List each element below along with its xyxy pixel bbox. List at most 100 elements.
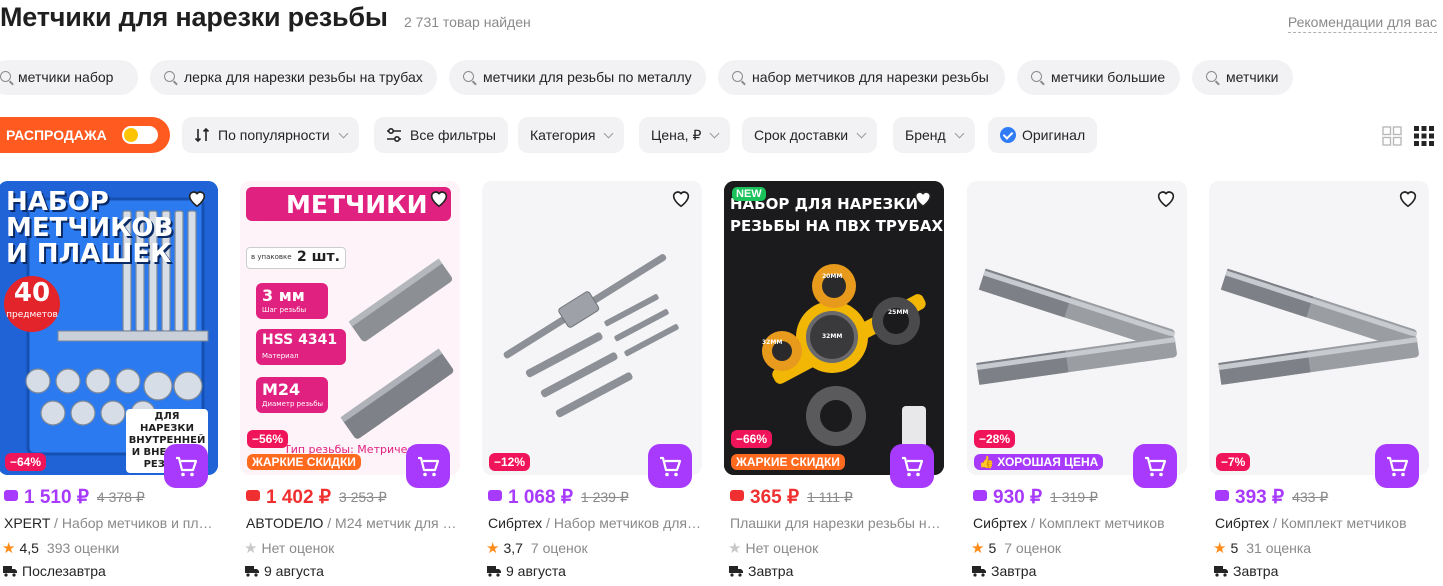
truck-icon — [972, 566, 986, 577]
cart-icon — [418, 456, 440, 477]
rating: ★ 3,7 7 оценок — [486, 540, 588, 557]
product-card[interactable]: −7% 393 ₽ 433 ₽ Сибртех / Комплект метчик… — [1209, 181, 1429, 586]
wallet-icon — [1215, 490, 1229, 501]
favorite-heart-icon[interactable] — [1155, 187, 1177, 209]
price: 365 ₽ — [750, 487, 800, 508]
product-image[interactable]: −7% — [1209, 181, 1429, 475]
price-row: 393 ₽ 433 ₽ — [1215, 486, 1328, 510]
suggestion-chip[interactable]: метчики для резьбы по металлу — [449, 60, 706, 95]
toggle-knob — [124, 128, 138, 142]
add-to-cart-button[interactable] — [890, 444, 934, 488]
discount-badge: −28% — [974, 430, 1016, 448]
star-empty-icon: ★ — [728, 540, 742, 557]
promo-badge: ЖАРКИЕ СКИДКИ — [731, 454, 845, 470]
discount-badge: −56% — [247, 430, 289, 448]
sale-toggle[interactable]: РАСПРОДАЖА — [0, 117, 170, 153]
page-title: Метчики для нарезки резьбы — [0, 2, 388, 32]
add-to-cart-button[interactable] — [1133, 444, 1177, 488]
cart-icon — [1145, 456, 1167, 477]
product-image[interactable]: НАБОР ДЛЯ НАРЕЗКИ РЕЗЬБЫ НА ПВХ ТРУБАХ 2… — [724, 181, 944, 475]
suggestion-chip[interactable]: метчики большие — [1017, 60, 1180, 95]
product-title[interactable]: Сибртех / Комплект метчиков — [1215, 515, 1429, 531]
old-price: 4 378 ₽ — [96, 489, 145, 505]
search-icon — [732, 71, 743, 82]
favorite-heart-icon[interactable] — [186, 187, 208, 209]
favorite-heart-icon[interactable] — [428, 187, 450, 209]
product-card[interactable]: −28% 👍 ХОРОШАЯ ЦЕНА 930 ₽ 1 319 ₽ Сибртех… — [967, 181, 1187, 586]
verified-icon — [1000, 127, 1016, 144]
recommendations-link[interactable]: Рекомендации для вас — [1287, 14, 1437, 33]
wallet-icon — [246, 490, 260, 501]
star-icon: ★ — [971, 540, 985, 557]
sort-icon — [194, 128, 210, 143]
all-filters-button[interactable]: Все фильтры — [374, 117, 508, 153]
rating: ★ Нет оценок — [244, 540, 335, 557]
product-card[interactable]: НАБОР ДЛЯ НАРЕЗКИ РЕЗЬБЫ НА ПВХ ТРУБАХ 2… — [724, 181, 944, 586]
price: 1 402 ₽ — [266, 487, 331, 508]
truck-icon — [3, 566, 17, 577]
suggestion-chip[interactable]: метчики набор — [0, 60, 138, 95]
tap-wrench-set-illustration — [482, 181, 702, 475]
add-to-cart-button[interactable] — [164, 444, 208, 488]
delivery-dropdown[interactable]: Срок доставки — [742, 117, 878, 153]
grid-large-icon[interactable] — [1382, 126, 1402, 146]
star-empty-icon: ★ — [244, 540, 258, 557]
product-title[interactable]: ABTODEЛO / M24 метчик для нарезки резьбы — [246, 515, 460, 531]
favorite-heart-icon[interactable] — [1397, 187, 1419, 209]
price-dropdown[interactable]: Цена, ₽ — [639, 117, 731, 153]
delivery-info: 9 августа — [244, 563, 324, 579]
price-row: 930 ₽ 1 319 ₽ — [973, 486, 1098, 510]
toggle-switch[interactable] — [122, 126, 158, 144]
old-price: 3 253 ₽ — [338, 489, 387, 505]
product-title[interactable]: XPERT / Набор метчиков и плашек — [4, 515, 218, 531]
star-icon: ★ — [2, 540, 16, 557]
new-badge: NEW — [732, 187, 766, 201]
suggestion-chip[interactable]: лерка для нарезки резьбы на трубах — [150, 60, 437, 95]
product-title[interactable]: Сибртех / Набор метчиков для нарезки рез… — [488, 515, 702, 531]
promo-badge: 👍 ХОРОШАЯ ЦЕНА — [974, 454, 1104, 470]
delivery-info: Завтра — [971, 563, 1036, 579]
rating: ★ 4,5 393 оценки — [2, 540, 120, 557]
original-filter[interactable]: Оригинал — [988, 117, 1098, 153]
discount-badge: −12% — [489, 453, 531, 471]
thumbs-up-icon: 👍 — [979, 455, 998, 469]
favorite-heart-icon[interactable] — [912, 187, 934, 209]
suggestion-chip[interactable]: набор метчиков для нарезки резьбы — [718, 60, 1005, 95]
price-row: 1 402 ₽ 3 253 ₽ — [246, 486, 387, 510]
product-card[interactable]: НАБОР МЕТЧИКОВ И ПЛАШЕК 40 предметов ДЛЯ… — [0, 181, 218, 586]
delivery-info: Послезавтра — [2, 563, 106, 579]
category-dropdown[interactable]: Категория — [518, 117, 625, 153]
grid-small-icon[interactable] — [1414, 126, 1434, 146]
price-row: 1 510 ₽ 4 378 ₽ — [4, 486, 145, 510]
product-image[interactable]: −28% 👍 ХОРОШАЯ ЦЕНА — [967, 181, 1187, 475]
price-row: 1 068 ₽ 1 239 ₽ — [488, 486, 629, 510]
delivery-info: Завтра — [1213, 563, 1278, 579]
filter-bar: РАСПРОДАЖА По популярности Все фильтры К… — [0, 117, 1443, 153]
spec-diameter: M24 Диаметр резьбы — [256, 377, 328, 413]
wallet-icon — [488, 490, 502, 501]
chevron-down-icon — [338, 128, 349, 139]
favorite-heart-icon[interactable] — [670, 187, 692, 209]
price: 1 068 ₽ — [508, 487, 573, 508]
suggestion-chip[interactable]: метчики — [1192, 60, 1293, 95]
cart-icon — [660, 456, 682, 477]
product-image[interactable]: НАБОР МЕТЧИКОВ И ПЛАШЕК 40 предметов ДЛЯ… — [0, 181, 218, 475]
old-price: 433 ₽ — [1292, 489, 1329, 505]
sort-dropdown[interactable]: По популярности — [182, 117, 359, 153]
brand-dropdown[interactable]: Бренд — [893, 117, 975, 153]
rating: ★ Нет оценок — [728, 540, 819, 557]
truck-icon — [1214, 566, 1228, 577]
add-to-cart-button[interactable] — [648, 444, 692, 488]
add-to-cart-button[interactable] — [406, 444, 450, 488]
product-image[interactable]: МЕТЧИКИ Метчик ручной M24 шаг 3 мм HSS 4… — [240, 181, 460, 475]
truck-icon — [487, 566, 501, 577]
product-title[interactable]: Сибртех / Комплект метчиков — [973, 515, 1187, 531]
price: 930 ₽ — [993, 487, 1043, 508]
price-row: 365 ₽ 1 111 ₽ — [730, 486, 853, 510]
product-card[interactable]: МЕТЧИКИ Метчик ручной M24 шаг 3 мм HSS 4… — [240, 181, 460, 586]
product-image[interactable]: −12% — [482, 181, 702, 475]
product-title[interactable]: Плашки для нарезки резьбы на ПВХ трубах — [730, 515, 944, 531]
product-card[interactable]: −12% 1 068 ₽ 1 239 ₽ Сибртех / Набор метч… — [482, 181, 702, 586]
price: 1 510 ₽ — [24, 487, 89, 508]
add-to-cart-button[interactable] — [1375, 444, 1419, 488]
